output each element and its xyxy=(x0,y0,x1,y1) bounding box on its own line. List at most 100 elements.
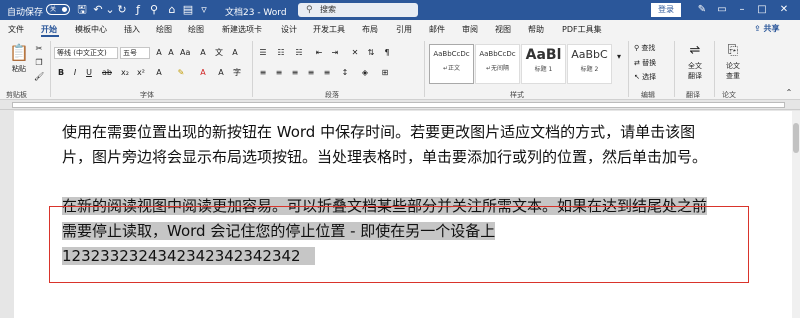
tab-help[interactable]: 帮助 xyxy=(528,24,544,35)
style-heading-1[interactable]: AaBl 标题 1 xyxy=(521,44,566,84)
editing-group-label: 编辑 xyxy=(641,91,655,99)
customize-toolbar-icon[interactable]: ▿ xyxy=(198,3,210,16)
multilevel-list-icon[interactable]: ☵ xyxy=(294,48,304,58)
ruler-track[interactable] xyxy=(12,102,785,108)
subscript-icon[interactable]: x₂ xyxy=(120,68,130,78)
translate-label-1: 全文 xyxy=(688,62,702,70)
style-no-spacing[interactable]: AaBbCcDc ↵无间隔 xyxy=(475,44,520,84)
cut-icon[interactable]: ✂ xyxy=(34,44,44,54)
justify-icon[interactable]: ≡ xyxy=(306,68,316,78)
numbering-icon[interactable]: ☷ xyxy=(276,48,286,58)
font-name-dropdown[interactable]: 等线 (中文正文) xyxy=(54,47,118,59)
paper-check-button[interactable]: ⎘ 论文 查重 xyxy=(718,41,748,81)
redo-icon[interactable]: ↻ xyxy=(116,3,128,16)
tab-mailings[interactable]: 邮件 xyxy=(429,24,445,35)
strikethrough-icon[interactable]: ab xyxy=(102,68,112,78)
ribbon-display-icon[interactable]: ▭ xyxy=(714,2,730,18)
tab-pdf-tools[interactable]: PDF工具集 xyxy=(562,24,602,35)
asian-layout-icon[interactable]: ✕ xyxy=(350,48,360,58)
minimize-icon[interactable]: – xyxy=(734,2,750,18)
tab-view[interactable]: 视图 xyxy=(495,24,511,35)
styles-more-icon[interactable]: ▾ xyxy=(614,52,624,62)
bold-icon[interactable]: B xyxy=(56,68,66,78)
autosave-label: 自动保存 xyxy=(7,8,44,18)
bullets-icon[interactable]: ☰ xyxy=(258,48,268,58)
text-effects-icon[interactable]: A xyxy=(154,68,164,78)
decrease-indent-icon[interactable]: ⇤ xyxy=(314,48,324,58)
style-normal[interactable]: AaBbCcDc ↵正文 xyxy=(429,44,474,84)
align-right-icon[interactable]: ≡ xyxy=(290,68,300,78)
tab-draw[interactable]: 绘图 xyxy=(156,24,172,35)
format-painter-icon[interactable]: 🖌 xyxy=(34,72,44,82)
undo-dropdown-icon[interactable]: ⌄ xyxy=(104,3,116,16)
align-left-icon[interactable]: ≡ xyxy=(258,68,268,78)
phonetic-guide-icon[interactable]: 文 xyxy=(214,48,224,58)
translate-group-label: 翻译 xyxy=(686,91,700,99)
tab-home[interactable]: 开始 xyxy=(41,24,57,35)
sort-icon[interactable]: ⇅ xyxy=(366,48,376,58)
grow-font-icon[interactable]: A xyxy=(154,48,164,58)
clipboard-icon: 📋 xyxy=(9,43,29,62)
paste-button[interactable]: 📋 粘贴 xyxy=(8,42,30,82)
clear-formatting-icon[interactable]: A xyxy=(198,48,208,58)
tab-new-tab[interactable]: 新建选项卡 xyxy=(222,24,262,35)
save-icon[interactable]: 🖫 xyxy=(76,3,88,16)
replace-button[interactable]: ⇄ 替换 xyxy=(634,58,656,68)
login-button[interactable]: 登录 xyxy=(651,3,681,17)
tab-developer[interactable]: 开发工具 xyxy=(313,24,345,35)
select-label: 选择 xyxy=(642,73,657,81)
font-color-icon[interactable]: A xyxy=(198,68,208,78)
search-box[interactable]: ⚲ 搜索 xyxy=(298,3,418,17)
show-marks-icon[interactable]: ¶ xyxy=(382,48,392,58)
shrink-font-icon[interactable]: A xyxy=(166,48,176,58)
highlight-color-icon[interactable]: ✎ xyxy=(176,68,186,78)
change-case-icon[interactable]: Aa xyxy=(180,48,190,58)
translate-label-2: 翻译 xyxy=(688,72,702,80)
pen-icon[interactable]: ✎ xyxy=(694,2,710,18)
autosave-toggle[interactable]: 关 xyxy=(46,4,70,15)
find-button[interactable]: ⚲ 查找 xyxy=(634,43,655,53)
tab-review[interactable]: 审阅 xyxy=(462,24,478,35)
scrollbar-thumb[interactable] xyxy=(793,123,799,153)
underline-icon[interactable]: U xyxy=(84,68,94,78)
format-painter-icon[interactable]: ⚲ xyxy=(148,3,160,16)
active-tab-indicator xyxy=(41,35,59,37)
font-size-dropdown[interactable]: 五号 xyxy=(120,47,150,59)
select-button[interactable]: ↖ 选择 xyxy=(634,72,656,82)
collapse-ribbon-icon[interactable]: ⌃ xyxy=(784,88,794,98)
increase-indent-icon[interactable]: ⇥ xyxy=(330,48,340,58)
tab-file[interactable]: 文件 xyxy=(8,24,24,35)
style-preview: AaBbCcDc xyxy=(479,50,516,58)
distributed-icon[interactable]: ≡ xyxy=(322,68,332,78)
tab-template-center[interactable]: 模板中心 xyxy=(75,24,107,35)
tab-references[interactable]: 引用 xyxy=(396,24,412,35)
align-center-icon[interactable]: ≡ xyxy=(274,68,284,78)
enclose-characters-icon[interactable]: 字 xyxy=(232,68,242,78)
tab-layout[interactable]: 布局 xyxy=(362,24,378,35)
vertical-scrollbar[interactable] xyxy=(792,111,800,318)
italic-icon[interactable]: I xyxy=(70,68,80,78)
font-group-label: 字体 xyxy=(140,91,154,99)
close-icon[interactable]: ✕ xyxy=(776,2,792,18)
line-spacing-icon[interactable]: ↕ xyxy=(340,68,350,78)
paragraph-1[interactable]: 使用在需要位置出现的新按钮在 Word 中保存时间。若要更改图片适应文档的方式，… xyxy=(62,120,718,170)
tab-insert[interactable]: 插入 xyxy=(124,24,140,35)
document-area: 使用在需要位置出现的新按钮在 Word 中保存时间。若要更改图片适应文档的方式，… xyxy=(0,111,800,318)
tab-draw-2[interactable]: 绘图 xyxy=(188,24,204,35)
undo-icon[interactable]: ↶ xyxy=(92,3,104,16)
character-border-icon[interactable]: A xyxy=(230,48,240,58)
style-heading-2[interactable]: AaBbC 标题 2 xyxy=(567,44,612,84)
document-icon[interactable]: ▤ xyxy=(182,3,194,16)
borders-icon[interactable]: ⊞ xyxy=(380,68,390,78)
shading-icon[interactable]: ◈ xyxy=(360,68,370,78)
share-button[interactable]: ⇪ 共享 xyxy=(754,23,780,34)
tab-design[interactable]: 设计 xyxy=(281,24,297,35)
character-shading-icon[interactable]: A xyxy=(216,68,226,78)
function-icon[interactable]: ƒ xyxy=(132,3,144,16)
copy-icon[interactable]: ❐ xyxy=(34,58,44,68)
org-chart-icon[interactable]: ⌂ xyxy=(166,3,178,16)
superscript-icon[interactable]: x² xyxy=(136,68,146,78)
maximize-icon[interactable]: □ xyxy=(754,2,770,18)
title-bar: 自动保存 关 🖫 ↶ ⌄ ↻ ƒ ⚲ ⌂ ▤ ▿ 文档23 - Word ⚲ 搜… xyxy=(0,0,800,20)
full-text-translate-button[interactable]: ⇌ 全文 翻译 xyxy=(680,41,710,81)
